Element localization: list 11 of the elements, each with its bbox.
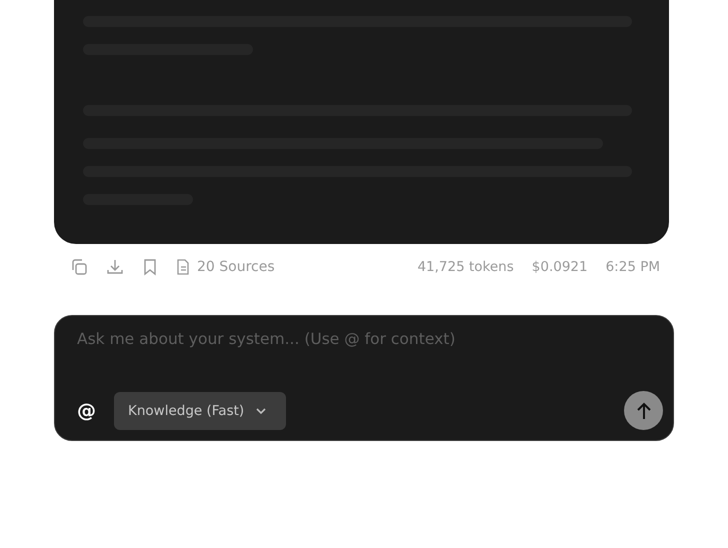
message-input[interactable]: Ask me about your system... (Use @ for context) [77,328,663,350]
mode-dropdown[interactable]: Knowledge (Fast) [114,392,286,430]
bookmark-icon[interactable] [142,258,158,276]
cost-label: $0.0921 [532,259,588,275]
copy-icon[interactable] [70,258,88,276]
send-button[interactable] [624,391,663,430]
token-count: 41,725 tokens [417,259,514,275]
timestamp: 6:25 PM [606,259,660,275]
document-icon [176,259,190,275]
mention-icon[interactable]: @ [77,400,96,422]
download-icon[interactable] [106,258,124,276]
